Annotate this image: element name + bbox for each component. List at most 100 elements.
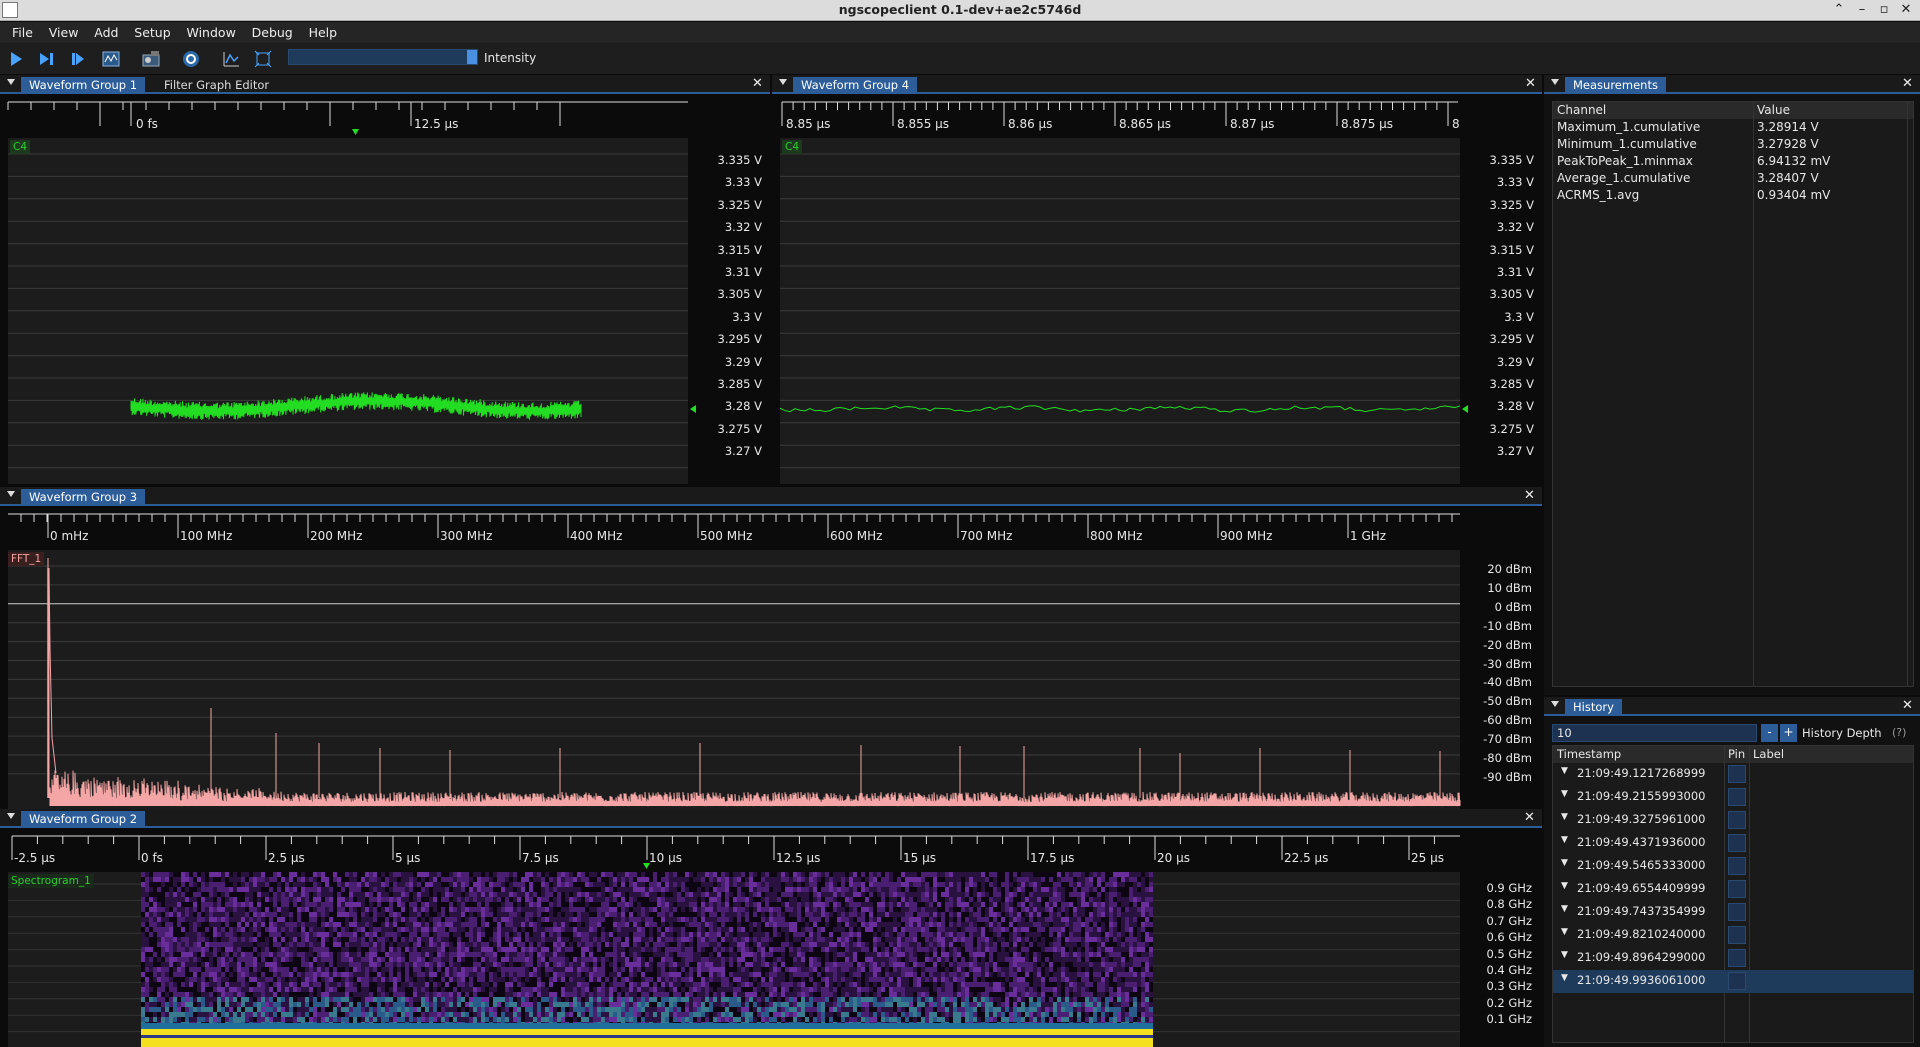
pin-checkbox[interactable] (1728, 765, 1746, 783)
history-row[interactable]: ▼ 21:09:49.3275961000 (1553, 809, 1913, 832)
pin-checkbox[interactable] (1728, 788, 1746, 806)
window-titlebar: ngscopeclient 0.1-dev+ae2c5746d ⌃ – ▫ ✕ (0, 0, 1920, 21)
expand-icon[interactable]: ▼ (1561, 927, 1568, 937)
maximize-icon[interactable]: ▫ (1875, 1, 1893, 19)
history-depth-decrement-button[interactable]: - (1761, 724, 1778, 742)
single-trigger-icon[interactable] (69, 49, 89, 69)
column-header-pin[interactable]: Pin (1728, 747, 1745, 761)
pin-checkbox[interactable] (1728, 926, 1746, 944)
menu-add[interactable]: Add (88, 22, 124, 40)
pin-checkbox[interactable] (1728, 834, 1746, 852)
menu-debug[interactable]: Debug (246, 22, 299, 40)
history-row[interactable]: ▼ 21:09:49.4371936000 (1553, 832, 1913, 855)
measurement-row[interactable]: Minimum_1.cumulative 3.27928 V (1553, 136, 1913, 153)
y-tick-label: 3.275 V (717, 421, 762, 436)
measure-icon[interactable] (221, 49, 241, 69)
y-tick-label: -80 dBm (1483, 751, 1532, 765)
close-icon[interactable]: ✕ (1524, 810, 1535, 825)
close-icon[interactable]: ✕ (1525, 76, 1536, 91)
tab-waveform-group-1[interactable]: Waveform Group 1 (21, 77, 146, 94)
history-depth-increment-button[interactable]: + (1780, 724, 1797, 742)
column-header-timestamp[interactable]: Timestamp (1557, 747, 1621, 761)
menu-window[interactable]: Window (181, 22, 242, 40)
column-header-label[interactable]: Label (1753, 747, 1784, 761)
collapse-icon[interactable] (1551, 701, 1559, 707)
instrument-icon[interactable] (140, 49, 160, 69)
pin-checkbox[interactable] (1728, 857, 1746, 875)
expand-icon[interactable]: ▼ (1561, 835, 1568, 845)
close-icon[interactable]: ✕ (1902, 698, 1913, 713)
x-tick-label: 8.865 µs (1119, 117, 1172, 131)
tab-waveform-group-2[interactable]: Waveform Group 2 (21, 811, 146, 828)
group1-plot[interactable] (0, 96, 770, 485)
fit-icon[interactable] (253, 49, 273, 69)
channel-label-fft[interactable]: FFT_1 (8, 552, 45, 566)
y-tick-label: 20 dBm (1487, 562, 1532, 576)
tab-measurements[interactable]: Measurements (1565, 77, 1666, 94)
history-depth-input[interactable]: 10 (1552, 724, 1757, 742)
expand-icon[interactable]: ▼ (1561, 881, 1568, 891)
intensity-slider[interactable] (288, 49, 478, 65)
fft-plot[interactable] (0, 508, 1542, 809)
tab-waveform-group-3[interactable]: Waveform Group 3 (21, 489, 146, 506)
history-row[interactable]: ▼ 21:09:49.5465333000 (1553, 855, 1913, 878)
measurement-row[interactable]: ACRMS_1.avg 0.93404 mV (1553, 187, 1913, 204)
expand-icon[interactable]: ▼ (1561, 789, 1568, 799)
column-header-channel[interactable]: Channel (1557, 103, 1606, 117)
measurement-row[interactable]: Average_1.cumulative 3.28407 V (1553, 170, 1913, 187)
settings-icon[interactable] (181, 49, 201, 69)
history-row[interactable]: ▼ 21:09:49.9936061000 (1553, 970, 1913, 993)
history-row[interactable]: ▼ 21:09:49.7437354999 (1553, 901, 1913, 924)
collapse-icon[interactable] (7, 813, 15, 819)
expand-icon[interactable]: ▼ (1561, 950, 1568, 960)
restore-icon[interactable]: ⌃ (1830, 1, 1848, 19)
measurement-row[interactable]: PeakToPeak_1.minmax 6.94132 mV (1553, 153, 1913, 170)
waveform-icon[interactable] (101, 49, 121, 69)
collapse-icon[interactable] (779, 79, 787, 85)
expand-icon[interactable]: ▼ (1561, 904, 1568, 914)
column-header-value[interactable]: Value (1757, 103, 1790, 117)
channel-label-c4[interactable]: C4 (782, 140, 803, 154)
group4-plot[interactable] (772, 96, 1542, 485)
tab-history[interactable]: History (1565, 699, 1622, 716)
history-timestamp: 21:09:49.1217268999 (1577, 766, 1706, 780)
step-icon[interactable] (37, 49, 57, 69)
minimize-icon[interactable]: – (1853, 1, 1871, 19)
channel-label-spectrogram[interactable]: Spectrogram_1 (8, 874, 94, 888)
history-row[interactable]: ▼ 21:09:49.8964299000 (1553, 947, 1913, 970)
close-icon[interactable]: ✕ (1897, 1, 1915, 19)
menu-file[interactable]: File (0, 22, 39, 40)
y-tick-label: 0.6 GHz (1486, 930, 1532, 945)
pin-checkbox[interactable] (1728, 811, 1746, 829)
pin-checkbox[interactable] (1728, 880, 1746, 898)
expand-icon[interactable]: ▼ (1561, 973, 1568, 983)
close-icon[interactable]: ✕ (752, 76, 763, 91)
pin-checkbox[interactable] (1728, 949, 1746, 967)
pin-checkbox[interactable] (1728, 972, 1746, 990)
history-row[interactable]: ▼ 21:09:49.1217268999 (1553, 763, 1913, 786)
close-icon[interactable]: ✕ (1902, 76, 1913, 91)
menu-help[interactable]: Help (303, 22, 344, 40)
expand-icon[interactable]: ▼ (1561, 766, 1568, 776)
history-row[interactable]: ▼ 21:09:49.6554409999 (1553, 878, 1913, 901)
history-row[interactable]: ▼ 21:09:49.2155993000 (1553, 786, 1913, 809)
collapse-icon[interactable] (7, 491, 15, 497)
expand-icon[interactable]: ▼ (1561, 812, 1568, 822)
help-icon[interactable]: (?) (1892, 726, 1906, 739)
history-timestamp: 21:09:49.8964299000 (1577, 950, 1706, 964)
tab-filter-graph-editor[interactable]: Filter Graph Editor (156, 77, 277, 94)
expand-icon[interactable]: ▼ (1561, 858, 1568, 868)
tab-waveform-group-4[interactable]: Waveform Group 4 (793, 77, 918, 94)
pin-checkbox[interactable] (1728, 903, 1746, 921)
collapse-icon[interactable] (7, 79, 15, 85)
play-icon[interactable] (6, 49, 26, 69)
channel-label-c4[interactable]: C4 (10, 140, 31, 154)
measurement-row[interactable]: Maximum_1.cumulative 3.28914 V (1553, 119, 1913, 136)
menu-view[interactable]: View (43, 22, 85, 40)
y-tick-label: 3.325 V (1489, 197, 1534, 212)
collapse-icon[interactable] (1551, 79, 1559, 85)
measurement-value: 0.93404 mV (1757, 188, 1831, 202)
close-icon[interactable]: ✕ (1524, 488, 1535, 503)
history-row[interactable]: ▼ 21:09:49.8210240000 (1553, 924, 1913, 947)
menu-setup[interactable]: Setup (128, 22, 176, 40)
